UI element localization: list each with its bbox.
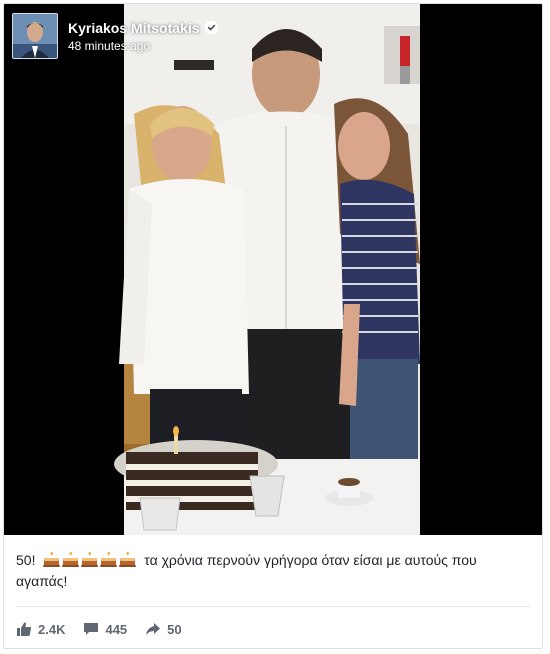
cake-icon <box>81 552 99 567</box>
facebook-post: Kyriakos Mitsotakis 48 minutes ago 50! τ… <box>3 3 543 649</box>
like-button[interactable]: 2.4K <box>16 621 65 637</box>
comment-button[interactable]: 445 <box>83 621 127 637</box>
comment-count: 445 <box>105 621 128 637</box>
actions-divider <box>16 606 530 607</box>
share-arrow-icon <box>146 623 161 635</box>
post-photo[interactable]: Kyriakos Mitsotakis 48 minutes ago <box>4 4 542 535</box>
verified-badge-icon <box>204 21 218 34</box>
share-button[interactable]: 50 <box>145 621 182 637</box>
like-count: 2.4K <box>38 621 66 637</box>
engagement-bar: 2.4K 445 50 <box>16 618 200 640</box>
comment-icon <box>84 623 99 635</box>
cake-icon <box>100 552 118 567</box>
author-name-row: Kyriakos Mitsotakis <box>68 20 218 36</box>
cake-emoji-row <box>42 552 137 568</box>
cake-icon <box>119 552 137 567</box>
cake-icon <box>62 552 80 567</box>
thumbs-up-icon <box>17 622 32 636</box>
post-header: Kyriakos Mitsotakis 48 minutes ago <box>12 12 218 60</box>
avatar-image <box>13 14 57 58</box>
post-caption: 50! τα χρόνια περνούν γρήγορα όταν είσαι… <box>16 550 526 592</box>
share-count: 50 <box>167 621 182 637</box>
author-avatar[interactable] <box>12 13 58 59</box>
author-info: Kyriakos Mitsotakis 48 minutes ago <box>68 20 218 53</box>
author-name[interactable]: Kyriakos Mitsotakis <box>68 20 200 36</box>
caption-prefix: 50! <box>16 552 36 568</box>
cake-icon <box>43 552 61 567</box>
post-timestamp[interactable]: 48 minutes ago <box>68 39 218 53</box>
family-photo <box>114 4 420 535</box>
